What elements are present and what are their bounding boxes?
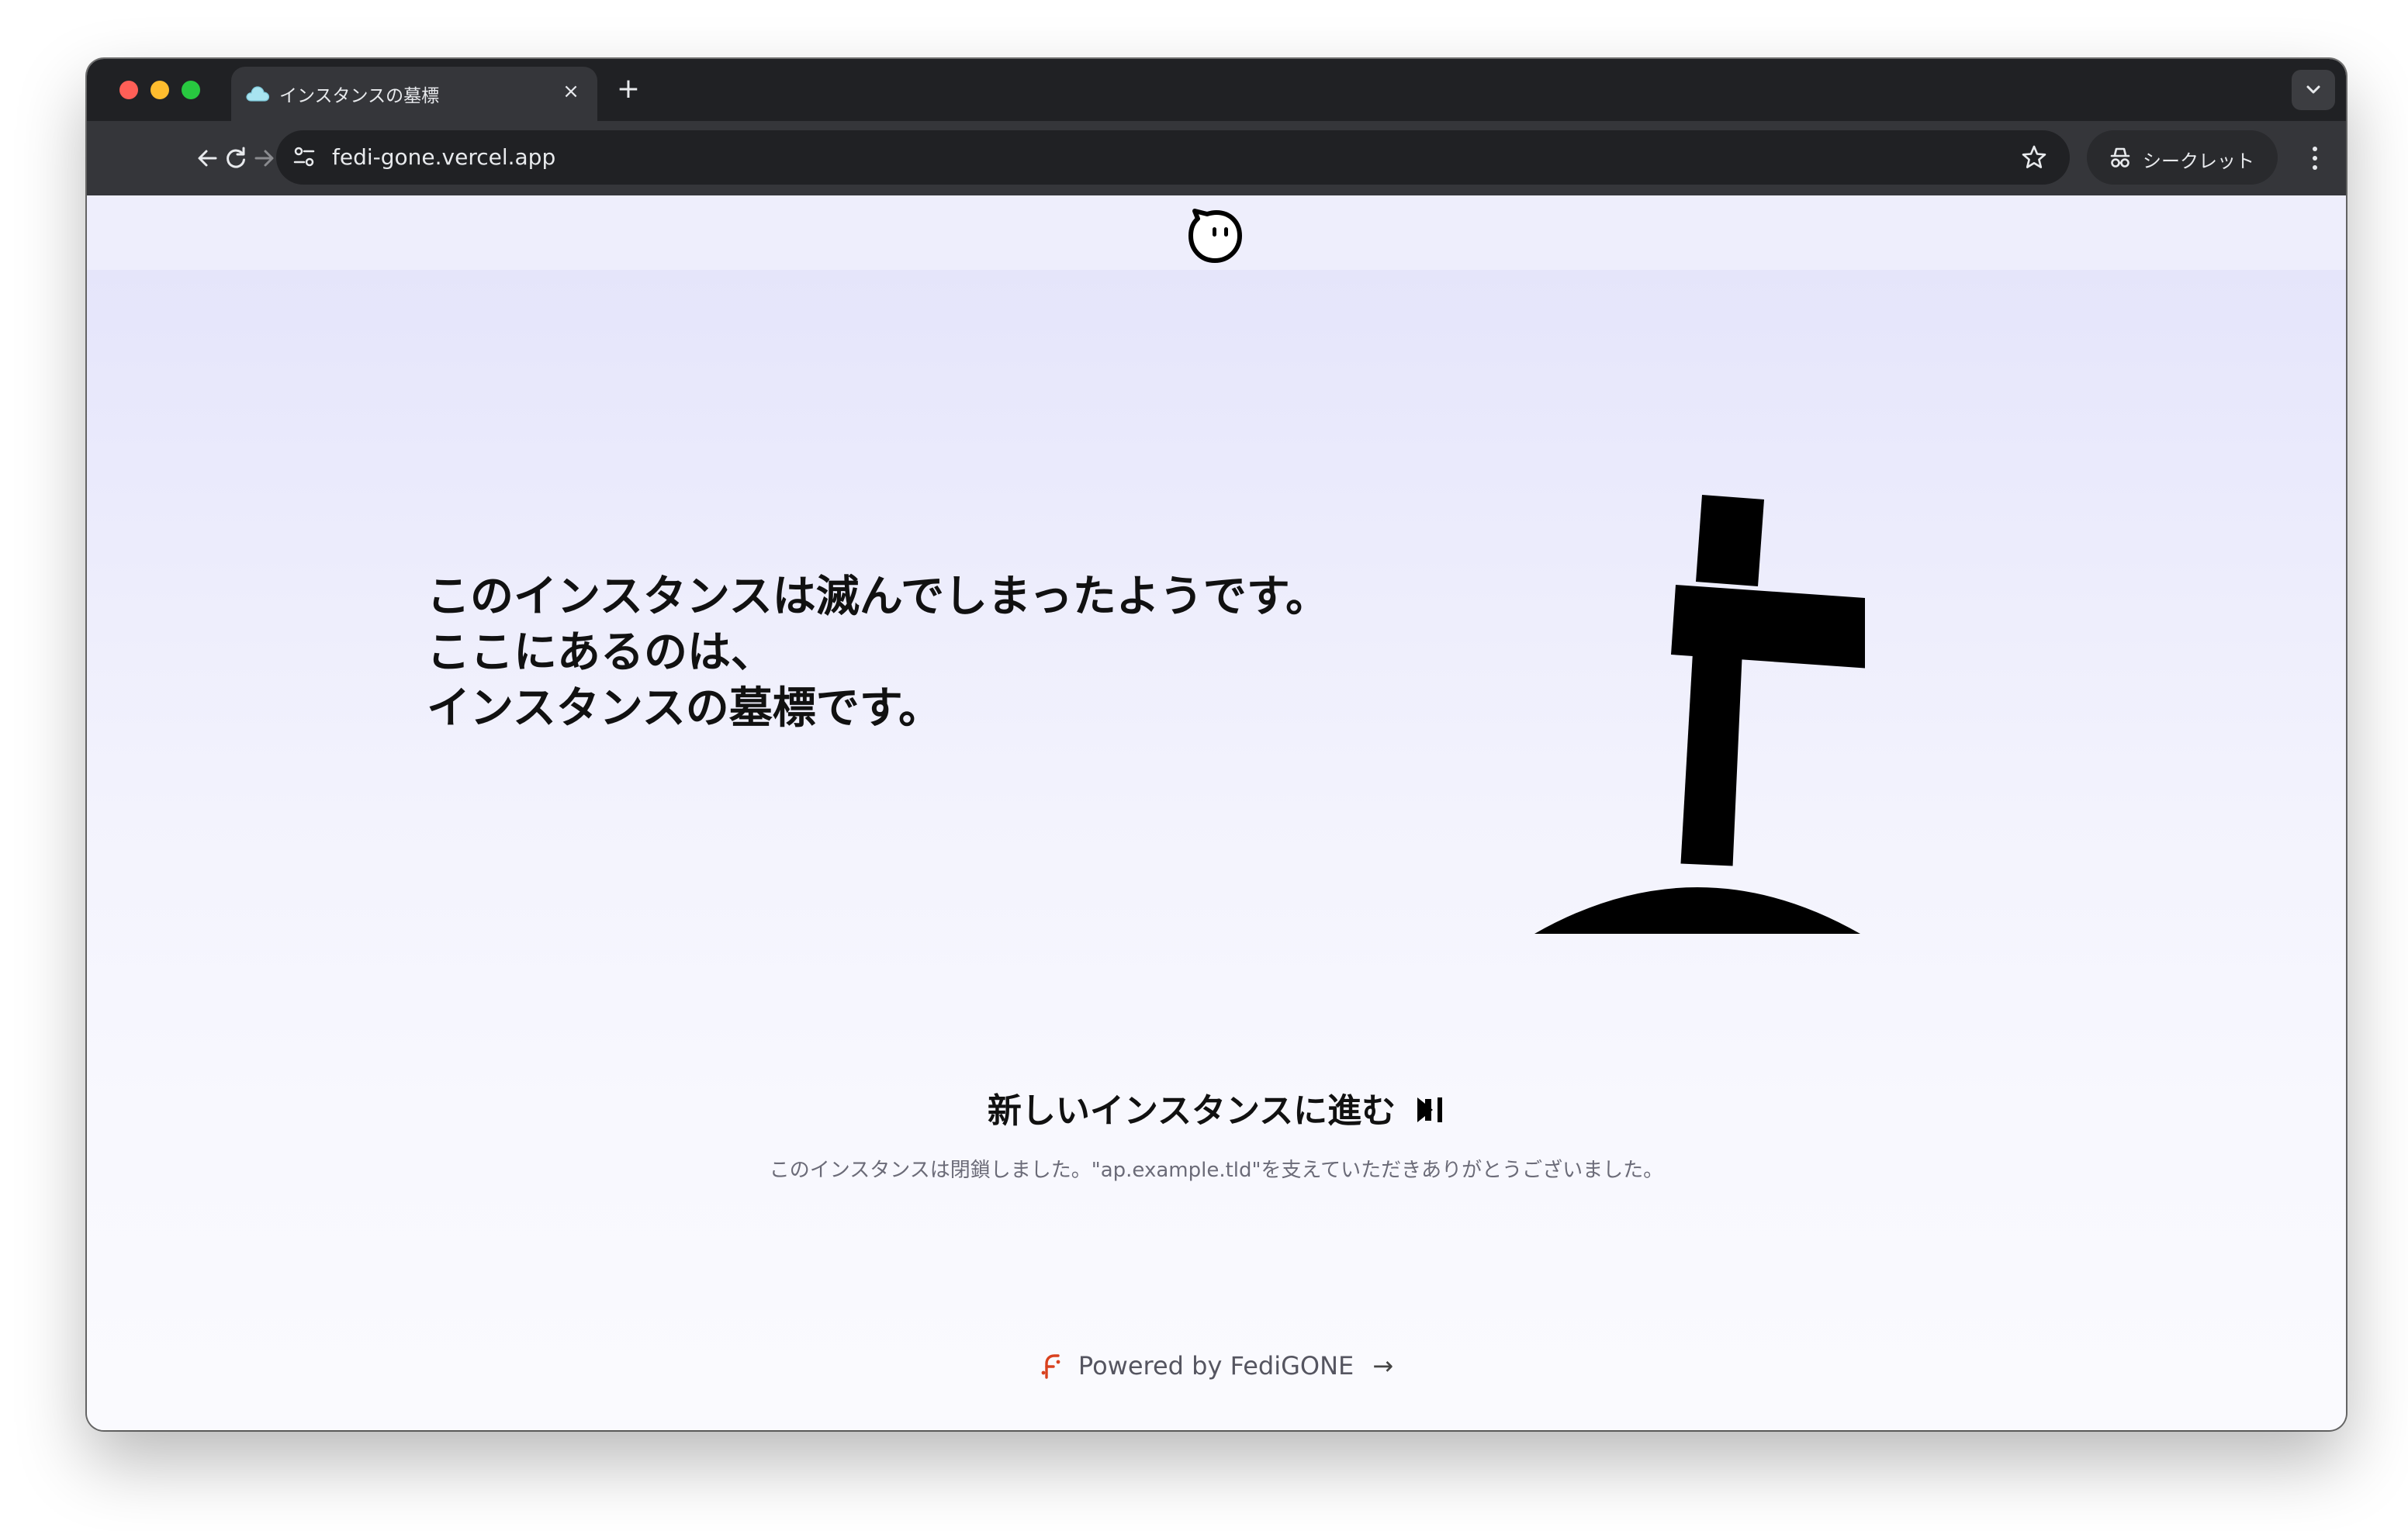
reload-icon[interactable] [219, 141, 253, 175]
tab-title: インスタンスの墓標 [279, 86, 440, 106]
tab-active[interactable]: インスタンスの墓標 × [231, 67, 597, 121]
page-header [87, 195, 2346, 270]
headline: このインスタンスは滅んでしまったようです。 ここにあるのは、 インスタンスの墓標… [427, 569, 1329, 737]
url-text[interactable]: fedi-gone.vercel.app [332, 144, 555, 170]
headline-line-1: このインスタンスは滅んでしまったようです。 [427, 572, 1330, 622]
incognito-icon [2110, 147, 2130, 168]
ghost-face-icon[interactable] [1184, 202, 1246, 265]
powered-by-link[interactable]: Powered by FediGONE → [87, 1351, 2346, 1381]
next-instance-label: 新しいインスタンスに進む [987, 1091, 1396, 1131]
headline-line-2: ここにあるのは、 [427, 627, 774, 678]
arrow-right-icon: → [1372, 1351, 1394, 1381]
next-instance-link[interactable]: 新しいインスタンスに進む [87, 1083, 2346, 1132]
headline-line-3: インスタンスの墓標です。 [427, 683, 943, 734]
incognito-badge[interactable]: シークレット [2087, 130, 2278, 185]
star-icon[interactable] [2020, 143, 2048, 171]
tune-icon[interactable] [289, 141, 320, 172]
browser-window: インスタンスの墓標 × + fedi-gone.vercel.app シークレッ… [87, 59, 2346, 1430]
maximize-window-button[interactable] [182, 81, 200, 99]
grave-cross-icon [1534, 495, 1865, 934]
tab-strip: インスタンスの墓標 × + [87, 59, 2346, 121]
fedigone-logo-icon [1041, 1354, 1060, 1379]
address-bar[interactable]: fedi-gone.vercel.app [276, 130, 2070, 185]
chevron-down-icon [2306, 85, 2320, 94]
new-tab-button[interactable]: + [614, 75, 642, 104]
closure-message: このインスタンスは閉鎖しました。"ap.example.tld"を支えていただき… [769, 1159, 1664, 1182]
minimize-window-button[interactable] [150, 81, 169, 99]
close-window-button[interactable] [119, 81, 138, 99]
skip-forward-icon [1417, 1097, 1443, 1122]
incognito-label: シークレット [2143, 150, 2254, 172]
tab-close-icon[interactable]: × [559, 79, 583, 104]
kebab-menu-icon[interactable] [2299, 141, 2330, 175]
tab-search-button[interactable] [2292, 70, 2335, 110]
cloud-icon [246, 86, 270, 102]
page-content: このインスタンスは滅んでしまったようです。 ここにあるのは、 インスタンスの墓標… [87, 195, 2346, 1430]
browser-toolbar: fedi-gone.vercel.app シークレット [87, 121, 2346, 195]
powered-by-label: Powered by FediGONE [1078, 1351, 1354, 1381]
